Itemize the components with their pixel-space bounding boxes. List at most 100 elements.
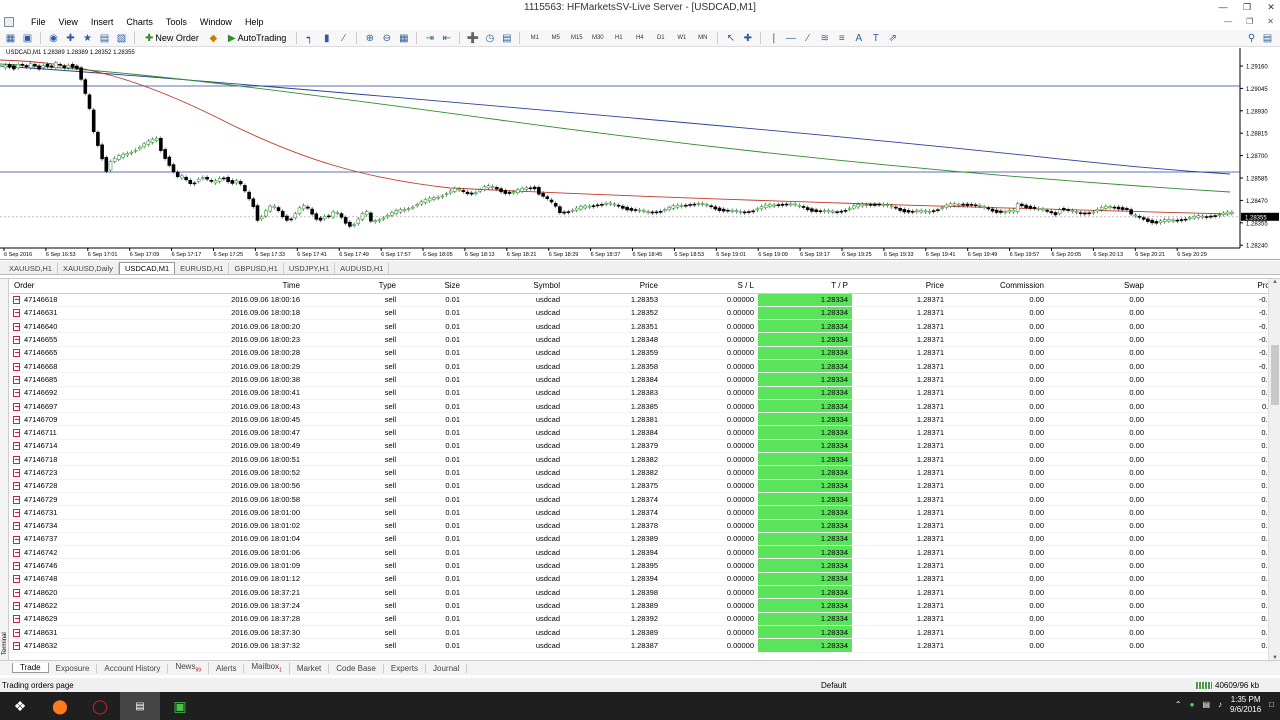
column-header[interactable]: Commission [948, 279, 1048, 294]
column-header[interactable]: Price [564, 279, 662, 294]
terminal-tab[interactable]: Market [290, 663, 330, 673]
candlestick-icon[interactable]: ▮ [320, 32, 333, 45]
column-header[interactable]: Time [130, 279, 304, 294]
terminal-tab[interactable]: Account History [97, 663, 169, 673]
profiles-icon[interactable]: ▣ [21, 32, 34, 45]
data-window-icon[interactable]: ✚ [64, 32, 77, 45]
order-row[interactable]: 47146746 2016.09.06 18:01:09 sell 0.01 usdca… [10, 558, 1280, 573]
arrows-icon[interactable]: ⇗ [886, 32, 899, 45]
timeframe-h4[interactable]: H4 [631, 32, 648, 45]
column-header[interactable]: Order [10, 279, 130, 294]
order-row[interactable]: 47146737 2016.09.06 18:01:04 sell 0.01 usdca… [10, 532, 1280, 547]
order-row[interactable]: 47146668 2016.09.06 18:00:29 sell 0.01 usdca… [10, 359, 1280, 374]
timeframe-m5[interactable]: M5 [547, 32, 564, 45]
windows-start-icon[interactable]: ❖ [0, 692, 40, 720]
vertical-line-icon[interactable]: ❘ [767, 32, 780, 45]
child-close-icon[interactable]: ✕ [1267, 17, 1274, 26]
chart-tab[interactable]: AUDUSD,H1 [335, 263, 390, 274]
restore-icon[interactable]: ❐ [1238, 0, 1256, 15]
scroll-up-icon[interactable]: ▲ [1269, 279, 1280, 285]
terminal-side-tab[interactable]: Terminal [0, 279, 9, 661]
metaeditor-icon[interactable]: ◆ [207, 32, 220, 45]
order-row[interactable]: 47146685 2016.09.06 18:00:38 sell 0.01 usdca… [10, 372, 1280, 387]
terminal-icon[interactable]: ▤ [98, 32, 111, 45]
indicators-icon[interactable]: ➕ [466, 32, 479, 45]
order-row[interactable]: 47146618 2016.09.06 18:00:16 sell 0.01 usdca… [10, 293, 1280, 307]
connection-status[interactable]: 40609/96 kb [1196, 681, 1259, 690]
terminal-tab[interactable]: Trade [12, 663, 49, 673]
chart-tab[interactable]: USDCAD,M1 [118, 262, 176, 274]
terminal-tab[interactable]: Alerts [209, 663, 245, 673]
channel-icon[interactable]: ≋ [818, 32, 831, 45]
order-row[interactable]: 47148622 2016.09.06 18:37:24 sell 0.01 usdca… [10, 598, 1280, 613]
order-row[interactable]: 47146655 2016.09.06 18:00:23 sell 0.01 usdca… [10, 332, 1280, 347]
text-label-icon[interactable]: T [869, 32, 882, 45]
chart-canvas[interactable]: 1.29160 1.29045 1.28930 1.28815 1.28700 1.285… [0, 48, 1280, 260]
metatrader-icon[interactable]: ▤ [120, 692, 160, 720]
text-icon[interactable]: A [852, 32, 865, 45]
order-row[interactable]: 47148629 2016.09.06 18:37:28 sell 0.01 usdca… [10, 612, 1280, 626]
crosshair-icon[interactable]: ✚ [741, 32, 754, 45]
menu-file[interactable]: File [31, 17, 46, 27]
fibonacci-icon[interactable]: ≡ [835, 32, 848, 45]
menu-charts[interactable]: Charts [126, 17, 153, 27]
timeframe-d1[interactable]: D1 [652, 32, 669, 45]
order-row[interactable]: 47146729 2016.09.06 18:00:58 sell 0.01 usdca… [10, 492, 1280, 507]
order-row[interactable]: 47146709 2016.09.06 18:00:45 sell 0.01 usdca… [10, 412, 1280, 427]
column-header[interactable]: Swap [1048, 279, 1148, 294]
column-header[interactable]: S / L [662, 279, 758, 294]
timeframe-m1[interactable]: M1 [526, 32, 543, 45]
chart-tab[interactable]: GBPUSD,H1 [229, 263, 284, 274]
menu-insert[interactable]: Insert [91, 17, 114, 27]
tile-windows-icon[interactable]: ▦ [397, 32, 410, 45]
order-row[interactable]: 47146714 2016.09.06 18:00:49 sell 0.01 usdca… [10, 439, 1280, 454]
column-header[interactable]: Type [304, 279, 400, 294]
timeframe-mn[interactable]: MN [694, 32, 711, 45]
timeframe-m15[interactable]: M15 [568, 32, 585, 45]
scrollbar-thumb[interactable] [1271, 345, 1279, 405]
order-row[interactable]: 47146728 2016.09.06 18:00:56 sell 0.01 usdca… [10, 479, 1280, 493]
autotrading-button[interactable]: ▶ AutoTrading [224, 32, 290, 45]
column-header[interactable]: Size [400, 279, 464, 294]
minimize-icon[interactable]: — [1214, 0, 1232, 15]
price-chart[interactable]: 1.29160 1.29045 1.28930 1.28815 1.28700 1.285… [0, 48, 1280, 260]
line-chart-icon[interactable]: ∕ [337, 32, 350, 45]
chart-tab[interactable]: EURUSD,H1 [175, 263, 230, 274]
opera-icon[interactable]: ◯ [80, 692, 120, 720]
new-chart-icon[interactable]: ▦ [4, 32, 17, 45]
column-header[interactable]: T / P [758, 279, 852, 294]
periods-icon[interactable]: ◷ [483, 32, 496, 45]
terminal-scrollbar[interactable]: ▲ ▼ [1268, 279, 1280, 661]
notifications-icon[interactable]: □ [1269, 700, 1274, 710]
strategy-tester-icon[interactable]: ▧ [115, 32, 128, 45]
child-minimize-icon[interactable]: — [1224, 17, 1232, 26]
menu-tools[interactable]: Tools [166, 17, 187, 27]
trendline-icon[interactable]: ∕ [801, 32, 814, 45]
menu-window[interactable]: Window [200, 17, 232, 27]
order-row[interactable]: 47146748 2016.09.06 18:01:12 sell 0.01 usdca… [10, 572, 1280, 587]
cursor-icon[interactable]: ↖ [724, 32, 737, 45]
column-header[interactable]: Profit [1148, 279, 1280, 294]
order-row[interactable]: 47146718 2016.09.06 18:00:51 sell 0.01 usdca… [10, 452, 1280, 467]
close-icon[interactable]: ✕ [1262, 0, 1280, 15]
order-row[interactable]: 47148620 2016.09.06 18:37:21 sell 0.01 usdca… [10, 585, 1280, 600]
order-row[interactable]: 47146742 2016.09.06 18:01:06 sell 0.01 usdca… [10, 545, 1280, 560]
market-watch-icon[interactable]: ◉ [47, 32, 60, 45]
terminal-tab[interactable]: Journal [426, 663, 468, 673]
app-icon[interactable] [4, 17, 18, 27]
horizontal-line-icon[interactable]: — [784, 32, 797, 45]
chart-tab[interactable]: XAUUSD,Daily [58, 263, 119, 274]
terminal-tab[interactable]: News99 [168, 662, 210, 674]
order-row[interactable]: 47146731 2016.09.06 18:01:00 sell 0.01 usdca… [10, 505, 1280, 520]
terminal-tab[interactable]: Mailbox1 [244, 662, 290, 674]
order-row[interactable]: 47148632 2016.09.06 18:37:32 sell 0.01 usdca… [10, 638, 1280, 653]
terminal-tab[interactable]: Code Base [329, 663, 384, 673]
menu-help[interactable]: Help [245, 17, 264, 27]
templates-icon[interactable]: ▤ [500, 32, 513, 45]
new-order-button[interactable]: ✚ New Order [141, 32, 203, 45]
column-header[interactable]: Symbol [464, 279, 564, 294]
order-row[interactable]: 47146665 2016.09.06 18:00:28 sell 0.01 usdca… [10, 346, 1280, 360]
order-row[interactable]: 47148631 2016.09.06 18:37:30 sell 0.01 usdca… [10, 625, 1280, 640]
volume-icon[interactable]: ♪ [1218, 700, 1222, 710]
timeframe-w1[interactable]: W1 [673, 32, 690, 45]
